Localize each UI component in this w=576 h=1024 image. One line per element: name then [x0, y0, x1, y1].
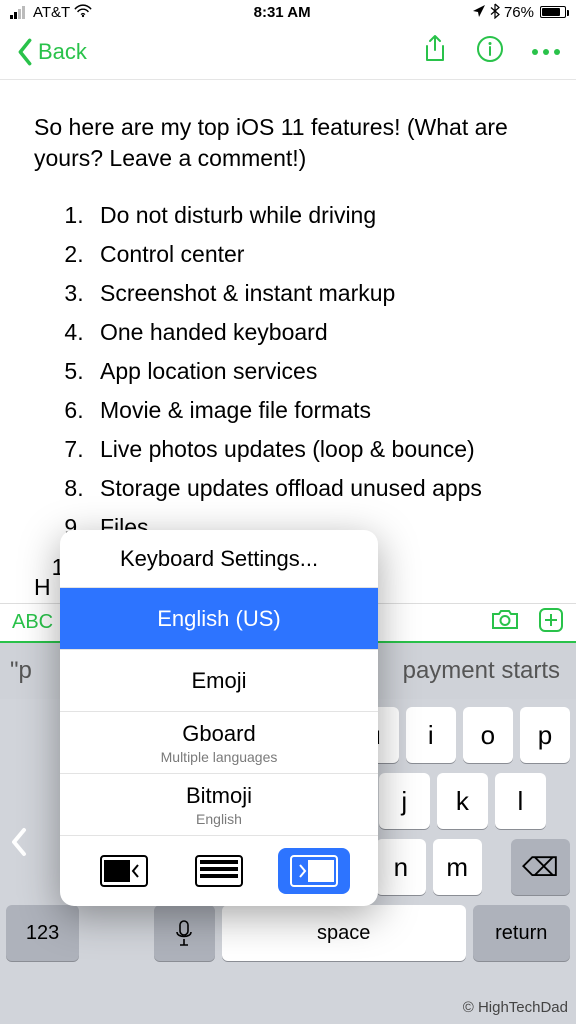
battery-pct: 76%	[504, 4, 534, 21]
keyboard-option-emoji[interactable]: Emoji	[60, 650, 378, 712]
back-button[interactable]: Back	[16, 38, 87, 66]
keyboard-option-gboard[interactable]: Gboard Multiple languages	[60, 712, 378, 774]
key-m[interactable]: m	[433, 839, 482, 895]
list-item: Control center	[90, 235, 542, 274]
suggestion-right[interactable]: payment starts	[403, 657, 566, 685]
key-n[interactable]: n	[376, 839, 425, 895]
feature-list: Do not disturb while driving Control cen…	[34, 196, 542, 586]
key-i[interactable]: i	[406, 707, 456, 763]
list-item: Storage updates offload unused apps	[90, 469, 542, 508]
wifi-icon	[74, 4, 92, 21]
numbers-key[interactable]: 123	[6, 905, 79, 961]
list-item: Do not disturb while driving	[90, 196, 542, 235]
key-k[interactable]: k	[437, 773, 488, 829]
location-icon	[472, 4, 486, 21]
space-key[interactable]: space	[222, 905, 466, 961]
list-item: One handed keyboard	[90, 313, 542, 352]
status-bar: AT&T 8:31 AM 76%	[0, 0, 576, 24]
clock: 8:31 AM	[254, 4, 311, 21]
battery-icon	[538, 6, 566, 18]
more-icon[interactable]	[532, 49, 560, 55]
return-key[interactable]: return	[473, 905, 570, 961]
suggestion-left[interactable]: "p	[10, 657, 32, 685]
add-icon[interactable]	[538, 607, 564, 638]
list-item: Movie & image file formats	[90, 391, 542, 430]
keyboard-switcher-popup: Keyboard Settings... English (US) Emoji …	[60, 530, 378, 906]
info-icon[interactable]	[476, 35, 504, 68]
key-p[interactable]: p	[520, 707, 570, 763]
list-item: Live photos updates (loop & bounce)	[90, 430, 542, 469]
backspace-key[interactable]: ⌫	[511, 839, 570, 895]
keyboard-option-bitmoji[interactable]: Bitmoji English	[60, 774, 378, 836]
globe-key[interactable]	[86, 905, 147, 961]
nav-bar: Back	[0, 24, 576, 80]
key-j[interactable]: j	[379, 773, 430, 829]
one-handed-full-icon[interactable]	[183, 848, 255, 894]
bluetooth-icon	[490, 3, 500, 22]
list-item: Screenshot & instant markup	[90, 274, 542, 313]
mic-key[interactable]	[154, 905, 215, 961]
keyboard-expand-chevron[interactable]	[8, 820, 30, 869]
list-item: App location services	[90, 352, 542, 391]
document-content[interactable]: So here are my top iOS 11 features! (Wha…	[0, 80, 576, 587]
one-handed-left-icon[interactable]	[88, 848, 160, 894]
keyboard-settings-item[interactable]: Keyboard Settings...	[60, 530, 378, 588]
tab-abc[interactable]: ABC	[12, 611, 53, 634]
back-label: Back	[38, 39, 87, 65]
intro-text: So here are my top iOS 11 features! (Wha…	[34, 112, 542, 174]
carrier-label: AT&T	[33, 4, 70, 21]
share-icon[interactable]	[422, 34, 448, 69]
one-handed-right-icon[interactable]	[278, 848, 350, 894]
signal-icon	[10, 6, 25, 19]
partial-line: H	[34, 574, 51, 601]
keyboard-option-english[interactable]: English (US)	[60, 588, 378, 650]
watermark: © HighTechDad	[463, 999, 568, 1016]
key-o[interactable]: o	[463, 707, 513, 763]
one-handed-mode-row	[60, 836, 378, 906]
camera-icon[interactable]	[490, 607, 520, 638]
key-l[interactable]: l	[495, 773, 546, 829]
